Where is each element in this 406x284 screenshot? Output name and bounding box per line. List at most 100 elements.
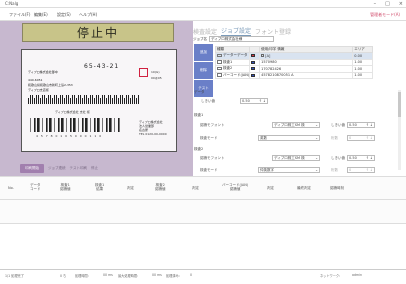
tab-font-registration[interactable]: フォント登録 — [255, 27, 291, 36]
barcode-bar — [38, 95, 39, 104]
color-swatch[interactable] — [251, 54, 256, 58]
barcode-bar — [109, 118, 112, 132]
status-processed-value: 0 — [190, 273, 193, 277]
barcode-bar — [66, 118, 67, 132]
label-zip: 440-6051 — [28, 78, 43, 82]
check2-threshold-stepper[interactable]: 0.50 ↑ ↓ — [347, 155, 375, 161]
delete-button[interactable]: 削除 — [194, 62, 213, 79]
data-threshold-stepper[interactable]: 0.50 ↑ ↓ — [240, 98, 268, 104]
barcode-bar — [30, 118, 31, 132]
color-swatch[interactable] — [251, 60, 256, 64]
title-bar: C:Nalg – □ × — [0, 0, 406, 8]
menu-file[interactable]: ファイル(F) — [9, 12, 30, 18]
tab-job-settings[interactable]: ジョブ設定 — [221, 26, 252, 36]
label-postal-code: 65-43-21 — [84, 63, 120, 70]
admin-mode-link[interactable]: 管理者モード(A) — [370, 12, 400, 18]
barcode-bar — [28, 98, 29, 104]
check1-char-stepper[interactable]: 0 ↑ ↓ — [347, 135, 375, 141]
results-header: No. データ コード 検査1 認識値 検査1 結果 判定 検査2 認識値 判定… — [0, 176, 406, 200]
check2-font-select[interactable]: ディプロ株工SM 検 ⌄ — [272, 155, 320, 161]
stop-button[interactable]: 停止 — [91, 166, 98, 171]
barcode-bar — [134, 95, 135, 104]
status-count: 0 ち — [60, 274, 67, 278]
barcode-bar — [90, 95, 91, 104]
stepper-arrows-icon[interactable]: ↑ ↓ — [366, 156, 373, 160]
tab-inspection-settings[interactable]: 検査設定 — [193, 27, 217, 36]
window-controls: – □ × — [374, 1, 403, 7]
menu-help[interactable]: ヘルプ(H) — [79, 12, 97, 18]
barcode-bar — [132, 95, 133, 104]
add-button[interactable]: 追加 — [194, 44, 213, 61]
results-body — [0, 200, 406, 224]
job-name-label: ジョブ名 — [193, 36, 207, 41]
barcode-bar — [116, 95, 117, 104]
status-bar: 1/1 処理完了 0 ち 処理時間: 00 ms 最大処理時間: 00 ms 処… — [0, 269, 406, 279]
barcode-bar — [100, 98, 101, 104]
color-swatch[interactable] — [251, 73, 256, 77]
barcode-bar — [118, 98, 119, 104]
barcode-bar — [112, 98, 113, 104]
barcode-bar — [126, 95, 127, 104]
scrollbar-thumb[interactable] — [398, 92, 401, 117]
settings-tabs: 検査設定 ジョブ設定 フォント登録 — [193, 26, 291, 36]
check1-font-select[interactable]: ディプロ株工SM 検 ⌄ — [272, 122, 320, 128]
barcode-bar — [92, 95, 93, 104]
barcode-bar — [42, 118, 43, 132]
barcode-bar — [78, 118, 79, 132]
test-print-checkbox[interactable]: テスト印刷 — [70, 166, 88, 171]
check1-mode-select[interactable]: 英数 ⌄ — [258, 135, 320, 141]
barcode-bar — [61, 118, 64, 132]
check2-title: 検査2 — [194, 147, 204, 151]
barcode-bar — [80, 95, 81, 104]
maximize-icon[interactable]: □ — [385, 1, 390, 7]
table-row[interactable]: バーコード(JAN) 4578210870051 A 1.00 — [214, 71, 373, 79]
barcode-bar — [73, 118, 76, 132]
stepper-arrows-icon[interactable]: ↑ ↓ — [366, 168, 373, 172]
check2-char-stepper[interactable]: 0 ↑ ↓ — [347, 167, 375, 173]
check2-mode-select[interactable]: 仲英数字 ⌄ — [258, 167, 320, 173]
chevron-down-icon: ⌄ — [315, 136, 318, 140]
color-swatch[interactable] — [251, 67, 256, 71]
stepper-arrows-icon[interactable]: ↑ ↓ — [366, 136, 373, 140]
results-header-cell: No. — [8, 186, 14, 190]
barcode-bar — [85, 118, 88, 132]
barcode-bar — [60, 95, 61, 104]
check1-threshold-stepper[interactable]: 0.50 ↑ ↓ — [347, 122, 375, 128]
stepper-arrows-icon[interactable]: ↑ ↓ — [366, 123, 373, 127]
barcode-bar — [86, 95, 87, 104]
results-header-cell: 検査1 認識値 — [60, 183, 71, 191]
menu-settings[interactable]: 設定(S) — [57, 12, 71, 18]
barcode-bar — [88, 98, 89, 104]
detection-box — [139, 68, 148, 77]
barcode-bar — [36, 95, 37, 104]
barcode-bar — [66, 95, 67, 104]
window-bottom-edge — [0, 279, 406, 284]
barcode-bar — [128, 95, 129, 104]
barcode-bar — [114, 95, 115, 104]
check2-threshold-label: しきい値 — [331, 156, 345, 160]
barcode-bar — [106, 118, 108, 132]
start-print-button[interactable]: 印刷開始 — [20, 164, 44, 173]
minimize-icon[interactable]: – — [374, 1, 377, 7]
barcode-bar — [98, 95, 99, 104]
label-info-1: ディプロ株式会社 支社 様 — [55, 110, 90, 114]
check2-mode-label: 検査モード — [200, 168, 218, 172]
barcode-bar — [124, 98, 125, 104]
close-icon[interactable]: × — [399, 1, 403, 7]
company-line: TEL 0120-00-0000 — [139, 132, 167, 136]
chevron-down-icon: ⌄ — [315, 123, 318, 127]
check1-font-label: 認識モフォント — [200, 123, 225, 127]
barcode-bar — [90, 118, 91, 132]
menu-bar: ファイル(F) 編集(E) 設定(S) ヘルプ(H) 管理者モード(A) — [0, 8, 406, 21]
barcode-bar — [84, 95, 85, 104]
barcode-bar — [136, 98, 137, 104]
status-processed-label: 処理済み: — [166, 274, 180, 278]
data-group-title: データ — [194, 90, 205, 94]
results-header-cell: バーコード(JAN) 認識値 — [222, 183, 249, 191]
stepper-arrows-icon[interactable]: ↑ ↓ — [259, 99, 266, 103]
barcode-bar — [48, 95, 49, 104]
continuous-job-checkbox[interactable]: ジョブ連続 — [48, 166, 66, 171]
job-name-input[interactable]: ディプロ株式会社様 — [209, 36, 274, 42]
row-checkbox[interactable] — [261, 54, 265, 58]
menu-edit[interactable]: 編集(E) — [34, 12, 48, 18]
